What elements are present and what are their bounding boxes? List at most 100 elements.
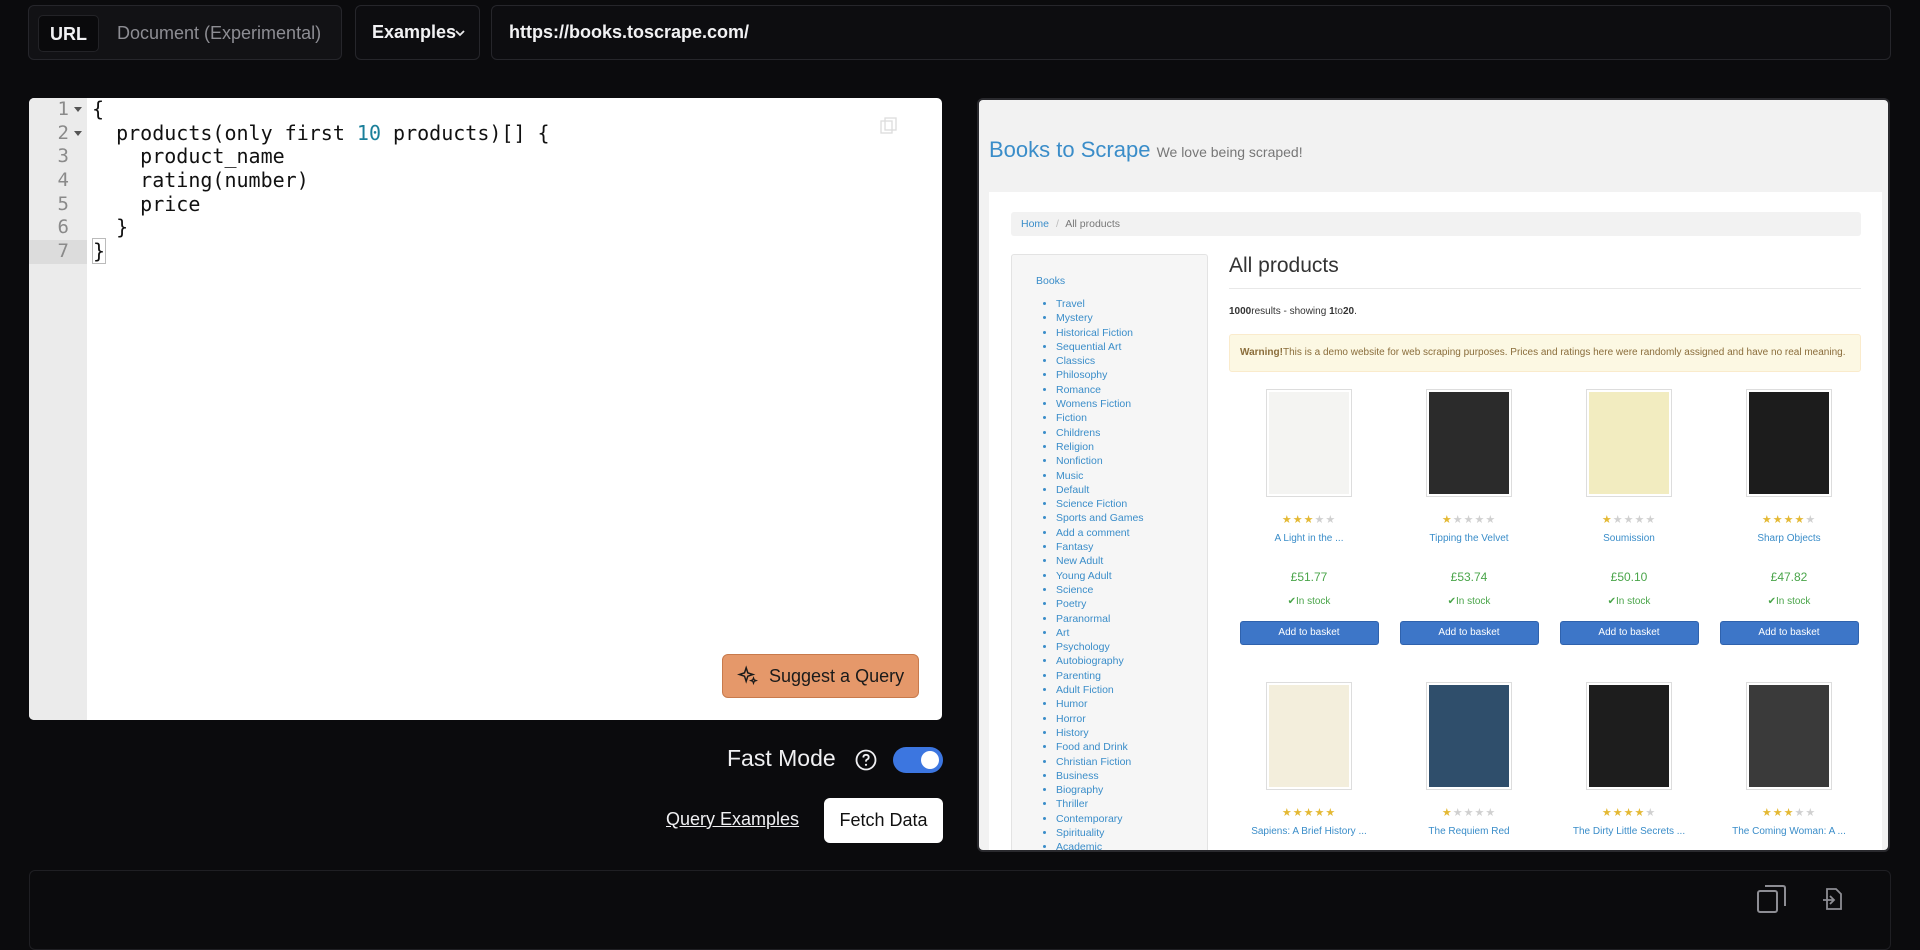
add-to-basket-button[interactable]: Add to basket [1719, 621, 1859, 645]
category-link[interactable]: Science Fiction [1056, 497, 1144, 511]
breadcrumb-home[interactable]: Home [1021, 218, 1049, 230]
cover-image [1589, 685, 1669, 787]
star-icon: ★ [1805, 807, 1817, 819]
category-link[interactable]: Art [1056, 626, 1144, 640]
category-link[interactable]: Biography [1056, 783, 1144, 797]
category-link[interactable]: Humor [1056, 697, 1144, 711]
sidebar-books-link[interactable]: Books [1036, 275, 1065, 287]
category-link[interactable]: Poetry [1056, 597, 1144, 611]
category-link[interactable]: Historical Fiction [1056, 326, 1144, 340]
category-link[interactable]: Psychology [1056, 640, 1144, 654]
category-link[interactable]: New Adult [1056, 554, 1144, 568]
url-input[interactable]: https://books.toscrape.com/ [491, 5, 1891, 60]
category-link[interactable]: History [1056, 726, 1144, 740]
copy-icon[interactable] [1755, 882, 1789, 916]
product-title[interactable]: The Requiem Red [1399, 826, 1539, 837]
product-title[interactable]: The Dirty Little Secrets ... [1559, 826, 1699, 837]
code-line[interactable]: 2 products(only first 10 products)[] { [29, 121, 942, 146]
category-link[interactable]: Womens Fiction [1056, 397, 1144, 411]
star-icon: ★ [1303, 807, 1315, 819]
fetch-data-button[interactable]: Fetch Data [824, 798, 943, 843]
product-title[interactable]: Tipping the Velvet [1399, 533, 1539, 544]
examples-dropdown[interactable]: Examples [355, 5, 480, 60]
fold-arrow-icon[interactable] [74, 107, 82, 112]
code-line[interactable]: 4 rating(number) [29, 168, 942, 193]
category-link[interactable]: Adult Fiction [1056, 683, 1144, 697]
query-examples-link[interactable]: Query Examples [666, 809, 799, 830]
category-link[interactable]: Travel [1056, 297, 1144, 311]
book-cover[interactable] [1586, 389, 1672, 497]
category-link[interactable]: Young Adult [1056, 569, 1144, 583]
category-link[interactable]: Classics [1056, 354, 1144, 368]
code-line[interactable]: 1{ [29, 98, 942, 122]
category-link[interactable]: Default [1056, 483, 1144, 497]
examples-label: Examples [372, 22, 457, 42]
category-link[interactable]: Mystery [1056, 311, 1144, 325]
category-link[interactable]: Thriller [1056, 797, 1144, 811]
product-title[interactable]: Sapiens: A Brief History ... [1239, 826, 1379, 837]
category-link[interactable]: Horror [1056, 712, 1144, 726]
book-cover[interactable] [1746, 389, 1832, 497]
category-link[interactable]: Contemporary [1056, 812, 1144, 826]
category-link[interactable]: Sports and Games [1056, 511, 1144, 525]
star-icon: ★ [1783, 514, 1795, 526]
code-line[interactable]: 5 price [29, 192, 942, 217]
code-text: } [92, 238, 107, 265]
stock-status: ✔In stock [1399, 596, 1539, 607]
tab-document[interactable]: Document (Experimental) [117, 15, 321, 52]
category-link[interactable]: Autobiography [1056, 654, 1144, 668]
product-title[interactable]: Sharp Objects [1719, 533, 1859, 544]
line-number: 7 [29, 240, 87, 264]
product-title[interactable]: The Coming Woman: A ... [1719, 826, 1859, 837]
tab-url[interactable]: URL [38, 15, 99, 52]
star-icon: ★ [1612, 514, 1624, 526]
category-link[interactable]: Music [1056, 469, 1144, 483]
preview-brand-name[interactable]: Books to Scrape [989, 137, 1150, 162]
add-to-basket-button[interactable]: Add to basket [1239, 621, 1379, 645]
star-icon: ★ [1474, 514, 1486, 526]
book-cover[interactable] [1746, 682, 1832, 790]
editor-code[interactable]: 1{2 products(only first 10 products)[] {… [29, 98, 942, 265]
book-cover[interactable] [1426, 389, 1512, 497]
category-link[interactable]: Sequential Art [1056, 340, 1144, 354]
help-icon[interactable] [855, 749, 877, 771]
star-icon: ★ [1292, 514, 1304, 526]
book-cover[interactable] [1426, 682, 1512, 790]
code-line[interactable]: 6 } [29, 216, 942, 240]
category-link[interactable]: Religion [1056, 440, 1144, 454]
category-link[interactable]: Philosophy [1056, 368, 1144, 382]
product-title[interactable]: Soumission [1559, 533, 1699, 544]
results-to: 20 [1342, 306, 1355, 317]
category-link[interactable]: Add a comment [1056, 526, 1144, 540]
code-line[interactable]: 7} [29, 238, 942, 265]
code-line[interactable]: 3 product_name [29, 145, 942, 169]
suggest-query-button[interactable]: Suggest a Query [722, 654, 919, 698]
product-price: £50.10 [1610, 570, 1648, 584]
category-link[interactable]: Paranormal [1056, 612, 1144, 626]
category-link[interactable]: Nonfiction [1056, 454, 1144, 468]
category-link[interactable]: Christian Fiction [1056, 755, 1144, 769]
book-cover[interactable] [1266, 682, 1352, 790]
category-link[interactable]: Spirituality [1056, 826, 1144, 840]
copy-icon[interactable] [879, 116, 899, 136]
category-link[interactable]: Academic [1056, 840, 1144, 850]
category-link[interactable]: Parenting [1056, 669, 1144, 683]
preview-brand[interactable]: Books to Scrape We love being scraped! [989, 137, 1303, 163]
query-editor[interactable]: 1{2 products(only first 10 products)[] {… [29, 98, 942, 720]
book-cover[interactable] [1266, 389, 1352, 497]
export-icon[interactable] [1820, 886, 1846, 912]
product-title[interactable]: A Light in the ... [1239, 533, 1379, 544]
fold-arrow-icon[interactable] [74, 130, 82, 136]
category-link[interactable]: Food and Drink [1056, 740, 1144, 754]
category-link[interactable]: Romance [1056, 383, 1144, 397]
line-number: 4 [57, 169, 69, 192]
category-link[interactable]: Fantasy [1056, 540, 1144, 554]
add-to-basket-button[interactable]: Add to basket [1399, 621, 1539, 645]
category-link[interactable]: Childrens [1056, 426, 1144, 440]
category-link[interactable]: Science [1056, 583, 1144, 597]
fast-mode-toggle[interactable] [893, 747, 943, 773]
category-link[interactable]: Business [1056, 769, 1144, 783]
category-link[interactable]: Fiction [1056, 411, 1144, 425]
add-to-basket-button[interactable]: Add to basket [1559, 621, 1699, 645]
book-cover[interactable] [1586, 682, 1672, 790]
